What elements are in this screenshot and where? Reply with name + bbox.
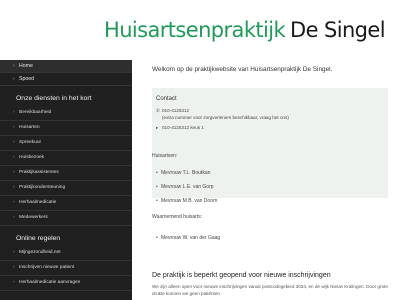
sidebar-item-label: Praktijkassistentes [19, 170, 59, 175]
sidebar-item-spoed[interactable]: › Spoed [0, 73, 132, 86]
main-content: Welkom op de praktijkwebsite van Huisart… [140, 60, 400, 300]
sidebar-item-inschrijven[interactable]: › Inschrijven nieuwe patient [0, 261, 132, 276]
welcome-text: Welkom op de praktijkwebsite van Huisart… [152, 66, 333, 73]
chevron-right-icon: › [13, 76, 15, 82]
sidebar-item-spreekuur[interactable]: › Spreekuur [0, 136, 132, 151]
list-item: • Mevrouw T.L. Boutkan [156, 170, 211, 176]
logo-text-part1: Huisartsenpraktijk [104, 18, 286, 42]
site-logo[interactable]: Huisartsenpraktijk De Singel [104, 18, 386, 42]
sidebar-item-praktijkondersteuning[interactable]: › Praktijkondersteuning [0, 181, 132, 196]
sidebar-item-home[interactable]: › Home [0, 60, 132, 73]
chevron-right-icon: › [13, 125, 15, 130]
sidebar-item-praktijkassistentes[interactable]: › Praktijkassistentes [0, 166, 132, 181]
chevron-right-icon: › [13, 200, 15, 205]
sidebar-item-label: Spoed [19, 76, 35, 82]
site-header: Huisartsenpraktijk De Singel [0, 0, 400, 58]
sidebar-item-label: Inschrijven nieuwe patient [19, 265, 75, 270]
sidebar-item-label: Huisbezoek [19, 155, 45, 160]
list-item: • Mevrouw M.B. van Doorn [156, 198, 218, 204]
chevron-right-icon: › [13, 280, 15, 285]
sidebar-item-herhaalmedicatie[interactable]: › Herhaalmedicatie [0, 196, 132, 211]
contact-title: Contact [156, 96, 177, 102]
sidebar-item-label: Mijngezondheid.net [19, 250, 61, 255]
logo-text-part2: De Singel [290, 18, 386, 42]
chevron-right-icon: › [13, 185, 15, 190]
chevron-right-icon: › [13, 265, 15, 270]
doctors-label: Huisartsen: [152, 153, 178, 159]
sidebar-item-label: Herhaalmedicatie aanvragen [19, 280, 81, 285]
sidebar-item-label: Medewerkers [19, 215, 48, 220]
sidebar-item-label: Herhaalmedicatie [19, 200, 57, 205]
chevron-right-icon: › [13, 140, 15, 145]
sidebar-item-label: Spreekuur [19, 140, 42, 145]
sidebar-item-bereikbaarheid[interactable]: › Bereikbaarheid [0, 106, 132, 121]
chevron-right-icon: › [13, 250, 15, 255]
sidebar: › Home › Spoed Onze diensten in het kort… [0, 60, 132, 300]
sidebar-item-label: Bereikbaarheid [19, 110, 52, 115]
sidebar-item-medewerkers[interactable]: › Medewerkers [0, 211, 132, 226]
notice-text: We zijn alleen open voor nieuwe inschrij… [152, 284, 388, 296]
sidebar-item-label: Huisarten [19, 125, 40, 130]
chevron-right-icon: › [13, 215, 15, 220]
sidebar-item-huisarten[interactable]: › Huisarten [0, 121, 132, 136]
list-item: • Mevrouw L.E. van Gorp [156, 184, 214, 190]
sidebar-section-title: Online regelen [16, 235, 61, 242]
sidebar-item-herhaalmedicatie-aanvragen[interactable]: › Herhaalmedicatie aanvragen [0, 276, 132, 291]
contact-box: Contact ✆ 010-4125312 (extra nummer voor … [152, 88, 388, 198]
sidebar-item-huisbezoek[interactable]: › Huisbezoek [0, 151, 132, 166]
phone-number-menu[interactable]: ▸ 010-4125312 keus 1 [156, 125, 204, 131]
sidebar-item-mijngezondheid[interactable]: › Mijngezondheid.net [0, 246, 132, 261]
sidebar-section-title: Onze diensten in het kort [16, 95, 92, 102]
chevron-right-icon: › [13, 63, 15, 69]
notice-heading: De praktijk is beperkt geopend voor nieu… [152, 272, 331, 279]
acting-doctor-label: Waarnemend huisarts: [152, 214, 203, 220]
chevron-right-icon: › [13, 170, 15, 175]
sidebar-item-label: Praktijkondersteuning [19, 185, 66, 190]
phone-number-main[interactable]: ✆ 010-4125312 [156, 108, 189, 114]
chevron-right-icon: › [13, 110, 15, 115]
list-item: • Mevrouw W. van der Gaag [156, 235, 221, 241]
sidebar-item-label: Home [19, 63, 33, 69]
phone-note: (extra nummer voor zorgverleners beschik… [162, 115, 289, 120]
chevron-right-icon: › [13, 155, 15, 160]
